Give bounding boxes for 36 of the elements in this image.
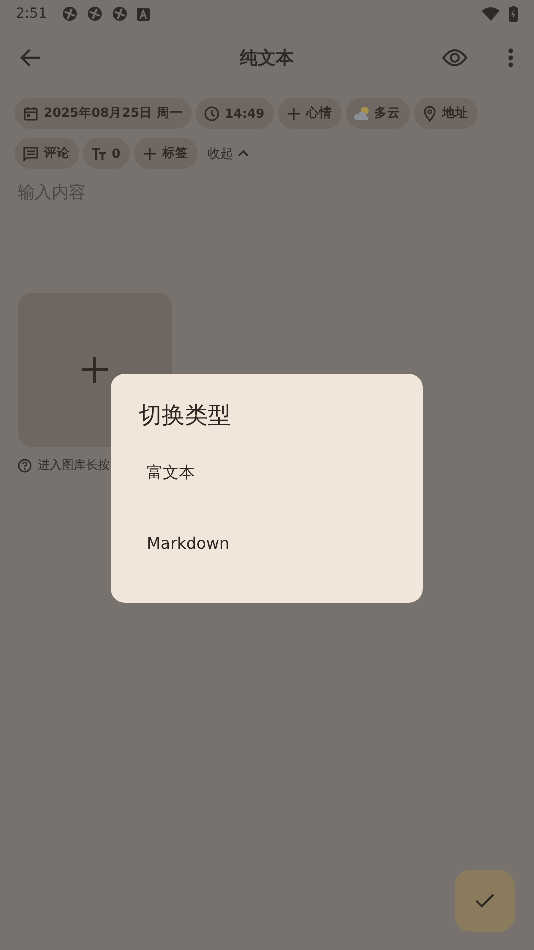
hint-text: 进入图库长按 [38,457,110,474]
calendar-icon [23,106,39,122]
chip-button[interactable]: 14:49 [196,98,274,129]
status-time: 2:51 [16,6,48,22]
dialog-title: 切换类型 [138,402,231,431]
cloud-sun-icon [354,106,370,122]
help-icon [18,458,32,472]
app-notification-icon [87,6,104,22]
chip-button[interactable]: 2025年08月25日 周一 [15,98,192,129]
back-arrow-icon[interactable] [20,47,42,69]
clock-icon [204,106,220,122]
text-size-icon [91,146,107,162]
notification-icon [137,8,150,20]
chip-button[interactable]: 地址 [414,98,478,129]
chip-button[interactable]: 标签 [134,138,198,169]
collapse-button[interactable]: 收起 [202,138,255,169]
dialog-option[interactable]: 富文本 [129,455,213,492]
chip-button[interactable]: 心情 [278,98,342,129]
wifi-icon [482,7,500,21]
app-notification-icon [112,6,128,22]
check-icon [475,893,495,909]
more-menu-icon[interactable] [508,48,514,68]
comment-icon [23,146,39,162]
chip-button[interactable]: 0 [83,138,130,169]
app-notification-icon [62,6,78,22]
eye-icon[interactable] [442,49,468,67]
chip-button[interactable]: 多云 [346,98,410,129]
plus-icon [81,356,109,384]
plus-icon [142,146,158,162]
chip-button[interactable]: 评论 [15,138,79,169]
chevron-up-icon [238,150,249,157]
plus-icon [286,106,302,122]
page-title: 纯文本 [238,47,295,70]
dialog-option[interactable]: Markdown [129,526,248,561]
location-pin-icon [422,106,438,122]
battery-icon [509,6,518,22]
